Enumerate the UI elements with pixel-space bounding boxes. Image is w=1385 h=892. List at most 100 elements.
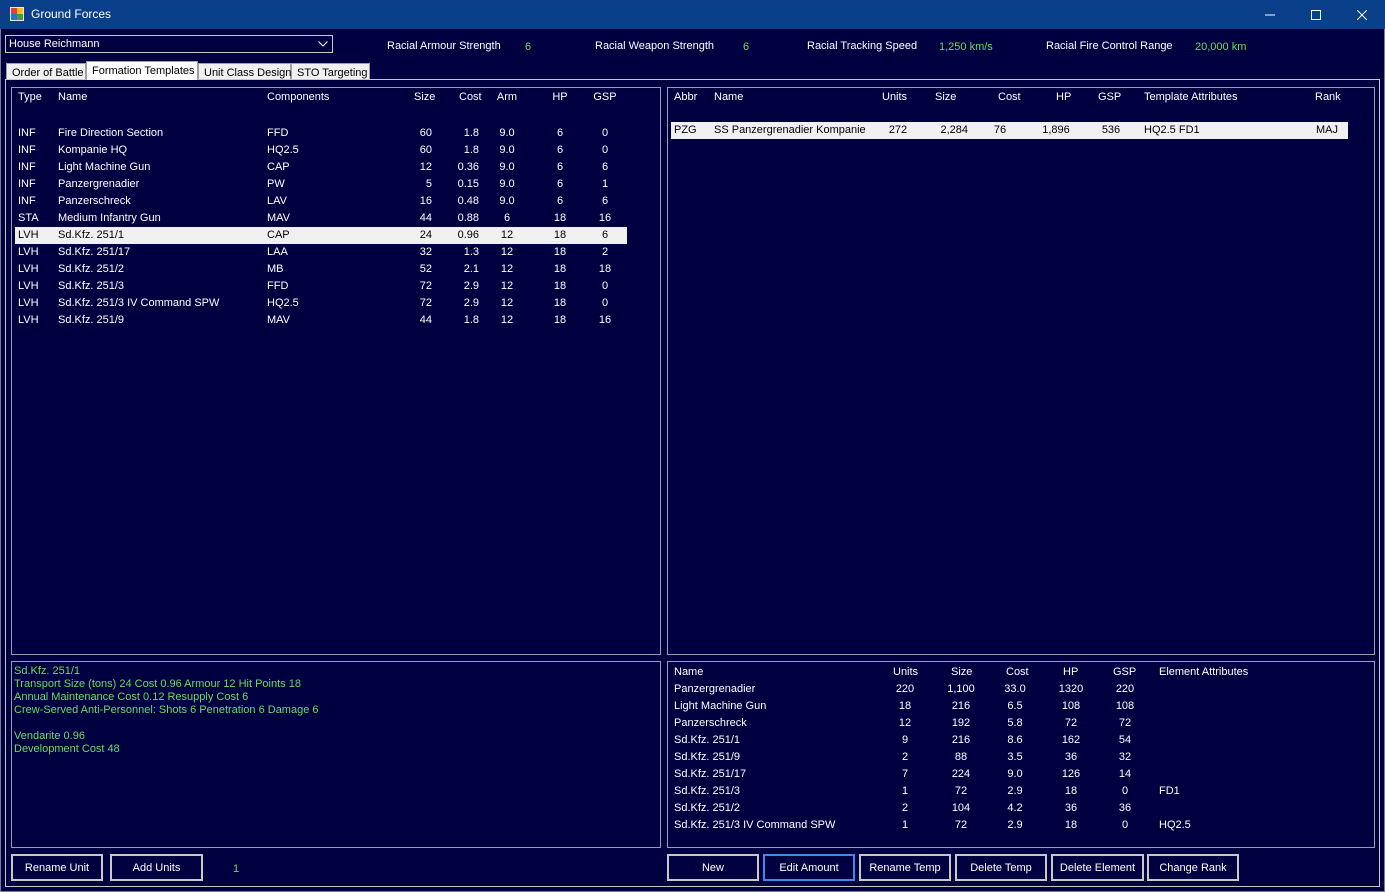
- unit-class-row[interactable]: LVH Sd.Kfz. 251/3 IV Command SPW HQ2.5 72 2.…: [15, 295, 627, 312]
- delete-template-button[interactable]: Delete Temp: [955, 854, 1047, 881]
- col-header-armour[interactable]: Arm: [492, 91, 522, 103]
- edit-amount-button[interactable]: Edit Amount: [763, 854, 855, 881]
- element-row[interactable]: Sd.Kfz. 251/2 2 104 4.2 36 36: [671, 800, 1361, 817]
- element-cell-name: Sd.Kfz. 251/17: [674, 768, 747, 780]
- unit-class-cell-name: Light Machine Gun: [58, 161, 151, 173]
- col-header-units[interactable]: Units: [882, 91, 907, 103]
- element-row[interactable]: Sd.Kfz. 251/9 2 88 3.5 36 32: [671, 749, 1361, 766]
- element-cell-units: 1: [901, 819, 909, 831]
- col-header-cost[interactable]: Cost: [998, 91, 1021, 103]
- template-row[interactable]: PZG SS Panzergrenadier Kompanie 272 2,284 76…: [671, 122, 1348, 139]
- unit-class-row[interactable]: INF Fire Direction Section FFD 60 1.8 9.0 6 0: [15, 125, 627, 142]
- unit-class-cell-components: HQ2.5: [267, 144, 299, 156]
- unit-class-cell-size: 32: [419, 246, 432, 258]
- unit-class-row[interactable]: LVH Sd.Kfz. 251/17 LAA 32 1.3 12 18 2: [15, 244, 627, 261]
- element-cell-gsp: 54: [1118, 734, 1132, 746]
- unit-class-cell-armour: 12: [500, 314, 514, 326]
- element-row[interactable]: Panzergrenadier 220 1,100 33.0 1320 220: [671, 681, 1361, 698]
- close-button[interactable]: [1339, 0, 1385, 29]
- col-header-name[interactable]: Name: [58, 91, 258, 103]
- unit-class-cell-armour: 9.0: [499, 144, 515, 156]
- col-header-template-attributes[interactable]: Template Attributes: [1144, 91, 1238, 103]
- element-row[interactable]: Sd.Kfz. 251/17 7 224 9.0 126 14: [671, 766, 1361, 783]
- element-row[interactable]: Sd.Kfz. 251/3 1 72 2.9 18 0 FD1: [671, 783, 1361, 800]
- col-header-components[interactable]: Components: [267, 91, 347, 103]
- rename-template-button[interactable]: Rename Temp: [859, 854, 951, 881]
- delete-element-button[interactable]: Delete Element: [1051, 854, 1144, 881]
- unit-class-cell-name: Fire Direction Section: [58, 127, 164, 139]
- minimize-icon: [1265, 14, 1275, 15]
- element-cell-hp: 162: [1061, 734, 1081, 746]
- racial-weapon-value: 6: [743, 41, 750, 53]
- unit-class-cell-type: INF: [18, 178, 36, 190]
- new-template-button[interactable]: New: [667, 854, 759, 881]
- col-header-hp[interactable]: HP: [1063, 666, 1078, 678]
- element-cell-name: Sd.Kfz. 251/1: [674, 734, 741, 746]
- tab-formation-templates[interactable]: Formation Templates: [86, 61, 198, 80]
- col-header-name[interactable]: Name: [714, 91, 743, 103]
- col-header-cost[interactable]: Cost: [1006, 666, 1029, 678]
- unit-class-cell-name: Sd.Kfz. 251/1: [58, 229, 125, 241]
- col-header-gsp[interactable]: GSP: [1098, 91, 1121, 103]
- maximize-button[interactable]: [1293, 0, 1339, 29]
- unit-class-cell-type: INF: [18, 144, 36, 156]
- col-header-type[interactable]: Type: [18, 91, 48, 103]
- unit-class-row[interactable]: STA Medium Infantry Gun MAV 44 0.88 6 18 16: [15, 210, 627, 227]
- tab-sto-targeting[interactable]: STO Targeting: [291, 63, 370, 80]
- add-units-button[interactable]: Add Units: [110, 854, 203, 881]
- col-header-size[interactable]: Size: [414, 91, 454, 103]
- element-list[interactable]: Name Units Size Cost HP GSP Element Attributes…: [667, 661, 1375, 848]
- change-rank-button[interactable]: Change Rank: [1147, 854, 1239, 881]
- element-row[interactable]: Light Machine Gun 18 216 6.5 108 108: [671, 698, 1361, 715]
- tab-unit-class-design[interactable]: Unit Class Design: [198, 63, 291, 80]
- element-row[interactable]: Sd.Kfz. 251/3 IV Command SPW 1 72 2.9 18 0 HQ2…: [671, 817, 1361, 834]
- racial-tracking-value: 1,250 km/s: [939, 41, 993, 53]
- unit-class-cell-components: HQ2.5: [267, 297, 299, 309]
- unit-info-line: Development Cost 48: [14, 743, 120, 755]
- template-list[interactable]: Abbr Name Units Size Cost HP GSP Template Attri…: [667, 87, 1375, 655]
- unit-class-cell-gsp: 0: [601, 280, 609, 292]
- unit-class-cell-name: Sd.Kfz. 251/3 IV Command SPW: [58, 297, 220, 309]
- element-cell-hp: 36: [1064, 751, 1078, 763]
- race-select[interactable]: House Reichmann: [5, 35, 333, 53]
- col-header-element-attributes[interactable]: Element Attributes: [1159, 666, 1248, 678]
- col-header-rank[interactable]: Rank: [1315, 91, 1341, 103]
- element-cell-size: 72: [954, 819, 968, 831]
- unit-class-row[interactable]: LVH Sd.Kfz. 251/9 MAV 44 1.8 12 18 16: [15, 312, 627, 329]
- tab-order-of-battle[interactable]: Order of Battle: [6, 63, 86, 80]
- col-header-size[interactable]: Size: [935, 91, 956, 103]
- rename-unit-button[interactable]: Rename Unit: [11, 854, 103, 881]
- unit-class-cell-hp: 18: [553, 212, 567, 224]
- unit-class-cell-type: LVH: [18, 246, 39, 258]
- element-row[interactable]: Panzerschreck 12 192 5.8 72 72: [671, 715, 1361, 732]
- col-header-name[interactable]: Name: [674, 666, 703, 678]
- unit-class-row[interactable]: INF Panzerschreck LAV 16 0.48 9.0 6 6: [15, 193, 627, 210]
- element-cell-gsp: 14: [1118, 768, 1132, 780]
- col-header-units[interactable]: Units: [893, 666, 918, 678]
- unit-class-list[interactable]: Type Name Components Size Cost Arm HP GSP INF Fir…: [11, 87, 661, 655]
- app-icon: [10, 7, 24, 21]
- minimize-button[interactable]: [1247, 0, 1293, 29]
- units-amount-value[interactable]: 1: [233, 863, 239, 875]
- unit-class-cell-name: Panzergrenadier: [58, 178, 140, 190]
- col-header-size[interactable]: Size: [951, 666, 972, 678]
- unit-class-cell-size: 12: [419, 161, 432, 173]
- col-header-gsp[interactable]: GSP: [587, 91, 623, 103]
- col-header-abbr[interactable]: Abbr: [674, 91, 697, 103]
- unit-class-cell-size: 60: [419, 144, 432, 156]
- unit-class-row[interactable]: INF Light Machine Gun CAP 12 0.36 9.0 6 6: [15, 159, 627, 176]
- element-cell-name: Sd.Kfz. 251/3: [674, 785, 741, 797]
- col-header-hp[interactable]: HP: [542, 91, 578, 103]
- unit-class-cell-armour: 9.0: [499, 195, 515, 207]
- unit-class-cell-cost: 2.1: [463, 263, 479, 275]
- col-header-gsp[interactable]: GSP: [1113, 666, 1136, 678]
- element-cell-units: 12: [898, 717, 912, 729]
- unit-class-row[interactable]: INF Kompanie HQ HQ2.5 60 1.8 9.0 6 0: [15, 142, 627, 159]
- chevron-down-icon[interactable]: [314, 36, 332, 52]
- unit-class-row[interactable]: LVH Sd.Kfz. 251/3 FFD 72 2.9 12 18 0: [15, 278, 627, 295]
- unit-class-row[interactable]: LVH Sd.Kfz. 251/1 CAP 24 0.96 12 18 6: [15, 227, 627, 244]
- unit-class-row[interactable]: LVH Sd.Kfz. 251/2 MB 52 2.1 12 18 18: [15, 261, 627, 278]
- unit-class-row[interactable]: INF Panzergrenadier PW 5 0.15 9.0 6 1: [15, 176, 627, 193]
- element-row[interactable]: Sd.Kfz. 251/1 9 216 8.6 162 54: [671, 732, 1361, 749]
- col-header-hp[interactable]: HP: [1056, 91, 1071, 103]
